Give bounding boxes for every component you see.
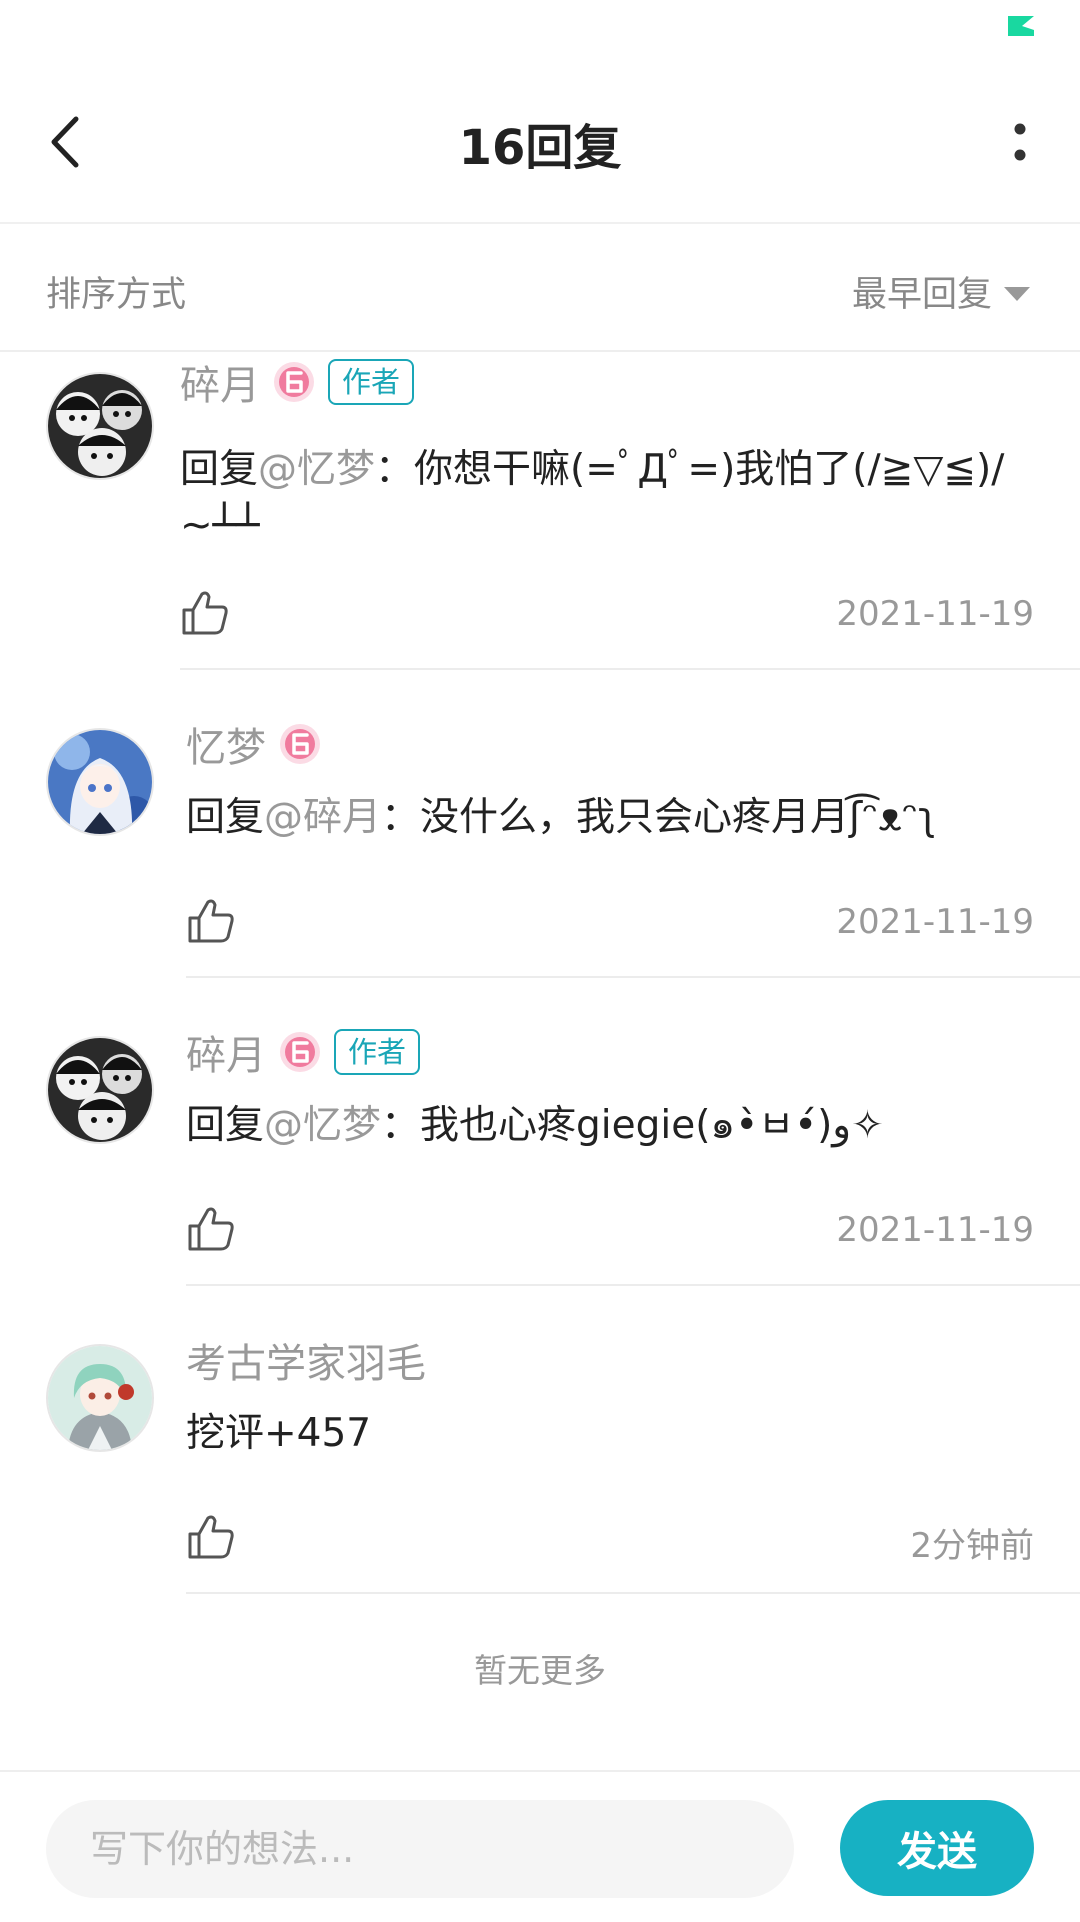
reply-prefix: 回复	[186, 1103, 265, 1148]
sort-order-dropdown[interactable]: 最早回复	[852, 266, 1030, 317]
comment-item: 考古学家羽毛 挖评+457 2分钟前	[0, 1288, 1080, 1596]
avatar[interactable]	[46, 1036, 154, 1144]
username[interactable]: 碎月	[186, 1023, 266, 1081]
mention-link[interactable]: @碎月	[264, 795, 381, 840]
comment-content: 没什么，我只会心疼月月ʃ͡ᵔᴥᵔʅ	[420, 795, 937, 840]
name-row: 忆梦	[186, 714, 322, 774]
author-tag: 作者	[334, 1029, 421, 1075]
thumbs-up-icon[interactable]	[186, 1512, 236, 1562]
sort-order-value: 最早回复	[851, 275, 992, 315]
comment-body: 忆梦 回复@碎月：没什么，我只会心疼月月ʃ͡ᵔᴥᵔʅ 2021-11-19	[186, 672, 1080, 980]
name-row: 碎月 作者	[180, 352, 415, 412]
comment-date: 2分钟前	[910, 1526, 1034, 1566]
page-title: 16回复	[458, 120, 622, 176]
reply-prefix: 回复	[180, 447, 259, 492]
username[interactable]: 碎月	[180, 353, 260, 411]
avatar[interactable]	[46, 1344, 154, 1452]
divider	[186, 1284, 1080, 1286]
no-more-text: 暂无更多	[474, 1651, 606, 1690]
send-button[interactable]: 发送	[840, 1800, 1034, 1896]
thumbs-up-icon[interactable]	[186, 896, 236, 946]
level-badge-icon	[274, 362, 314, 402]
name-row: 碎月 作者	[186, 1022, 421, 1082]
comment-text: 挖评+457	[186, 1406, 1030, 1462]
comment-item: 碎月 作者 回复@忆梦：我也心疼giegie(๑•̀ㅂ•́)و✧ 2021-11…	[0, 980, 1080, 1288]
comment-content: 挖评+457	[186, 1411, 372, 1456]
comment-text: 回复@忆梦：我也心疼giegie(๑•̀ㅂ•́)و✧	[186, 1098, 1030, 1154]
comment-date: 2021-11-19	[836, 902, 1034, 942]
avatar[interactable]	[46, 372, 154, 480]
comment-input[interactable]	[46, 1800, 794, 1898]
comment-text: 回复@忆梦：你想干嘛(=ﾟДﾟ=)我怕了(/≧▽≦)/~┴┴	[180, 442, 1030, 554]
sort-label: 排序方式	[46, 275, 187, 315]
divider	[180, 668, 1080, 670]
comment-content: 我也心疼giegie(๑•̀ㅂ•́)و✧	[420, 1103, 884, 1148]
reply-prefix: 回复	[186, 795, 265, 840]
bottom-input-bar: 发送	[0, 1770, 1080, 1922]
divider	[186, 976, 1080, 978]
thumbs-up-icon[interactable]	[186, 1204, 236, 1254]
author-tag: 作者	[328, 359, 415, 405]
status-bar	[0, 0, 1080, 60]
more-vertical-icon	[1014, 123, 1026, 161]
mention-link[interactable]: @忆梦	[258, 447, 375, 492]
comment-body: 考古学家羽毛 挖评+457 2分钟前	[186, 1288, 1080, 1596]
thumbs-up-icon[interactable]	[180, 588, 230, 638]
level-badge-icon	[280, 1032, 320, 1072]
more-options-button[interactable]	[990, 102, 1050, 182]
comment-item: 忆梦 回复@碎月：没什么，我只会心疼月月ʃ͡ᵔᴥᵔʅ 2021-11-19	[0, 672, 1080, 980]
comment-body: 碎月 作者 回复@忆梦：我也心疼giegie(๑•̀ㅂ•́)و✧ 2021-11…	[186, 980, 1080, 1288]
avatar[interactable]	[46, 728, 154, 836]
reply-colon: ：	[381, 1103, 421, 1148]
sort-bar: 排序方式 最早回复	[0, 224, 1080, 352]
comment-text: 回复@碎月：没什么，我只会心疼月月ʃ͡ᵔᴥᵔʅ	[186, 790, 1030, 846]
comment-date: 2021-11-19	[836, 1210, 1034, 1250]
manga-bw-avatar-icon	[48, 1038, 152, 1142]
divider	[186, 1592, 1080, 1594]
mention-link[interactable]: @忆梦	[264, 1103, 381, 1148]
manga-bw-avatar-icon	[48, 374, 152, 478]
anime-girl-avatar-icon	[48, 730, 152, 834]
caret-down-icon	[1004, 286, 1030, 301]
nav-bar: 16回复	[0, 60, 1080, 224]
comment-date: 2021-11-19	[836, 594, 1034, 634]
level-badge-icon	[280, 724, 320, 764]
reply-colon: ：	[375, 447, 415, 492]
name-row: 考古学家羽毛	[186, 1330, 426, 1390]
username[interactable]: 考古学家羽毛	[186, 1331, 426, 1389]
green-hair-boy-avatar-icon	[48, 1346, 152, 1450]
comment-item: 碎月 作者 回复@忆梦：你想干嘛(=ﾟДﾟ=)我怕了(/≧▽≦)/~┴┴ 202…	[0, 352, 1080, 672]
comment-list: 碎月 作者 回复@忆梦：你想干嘛(=ﾟДﾟ=)我怕了(/≧▽≦)/~┴┴ 202…	[0, 352, 1080, 1596]
comment-body: 碎月 作者 回复@忆梦：你想干嘛(=ﾟДﾟ=)我怕了(/≧▽≦)/~┴┴ 202…	[180, 352, 1080, 672]
battery-icon	[1008, 16, 1034, 36]
reply-colon: ：	[381, 795, 421, 840]
username[interactable]: 忆梦	[186, 715, 266, 773]
